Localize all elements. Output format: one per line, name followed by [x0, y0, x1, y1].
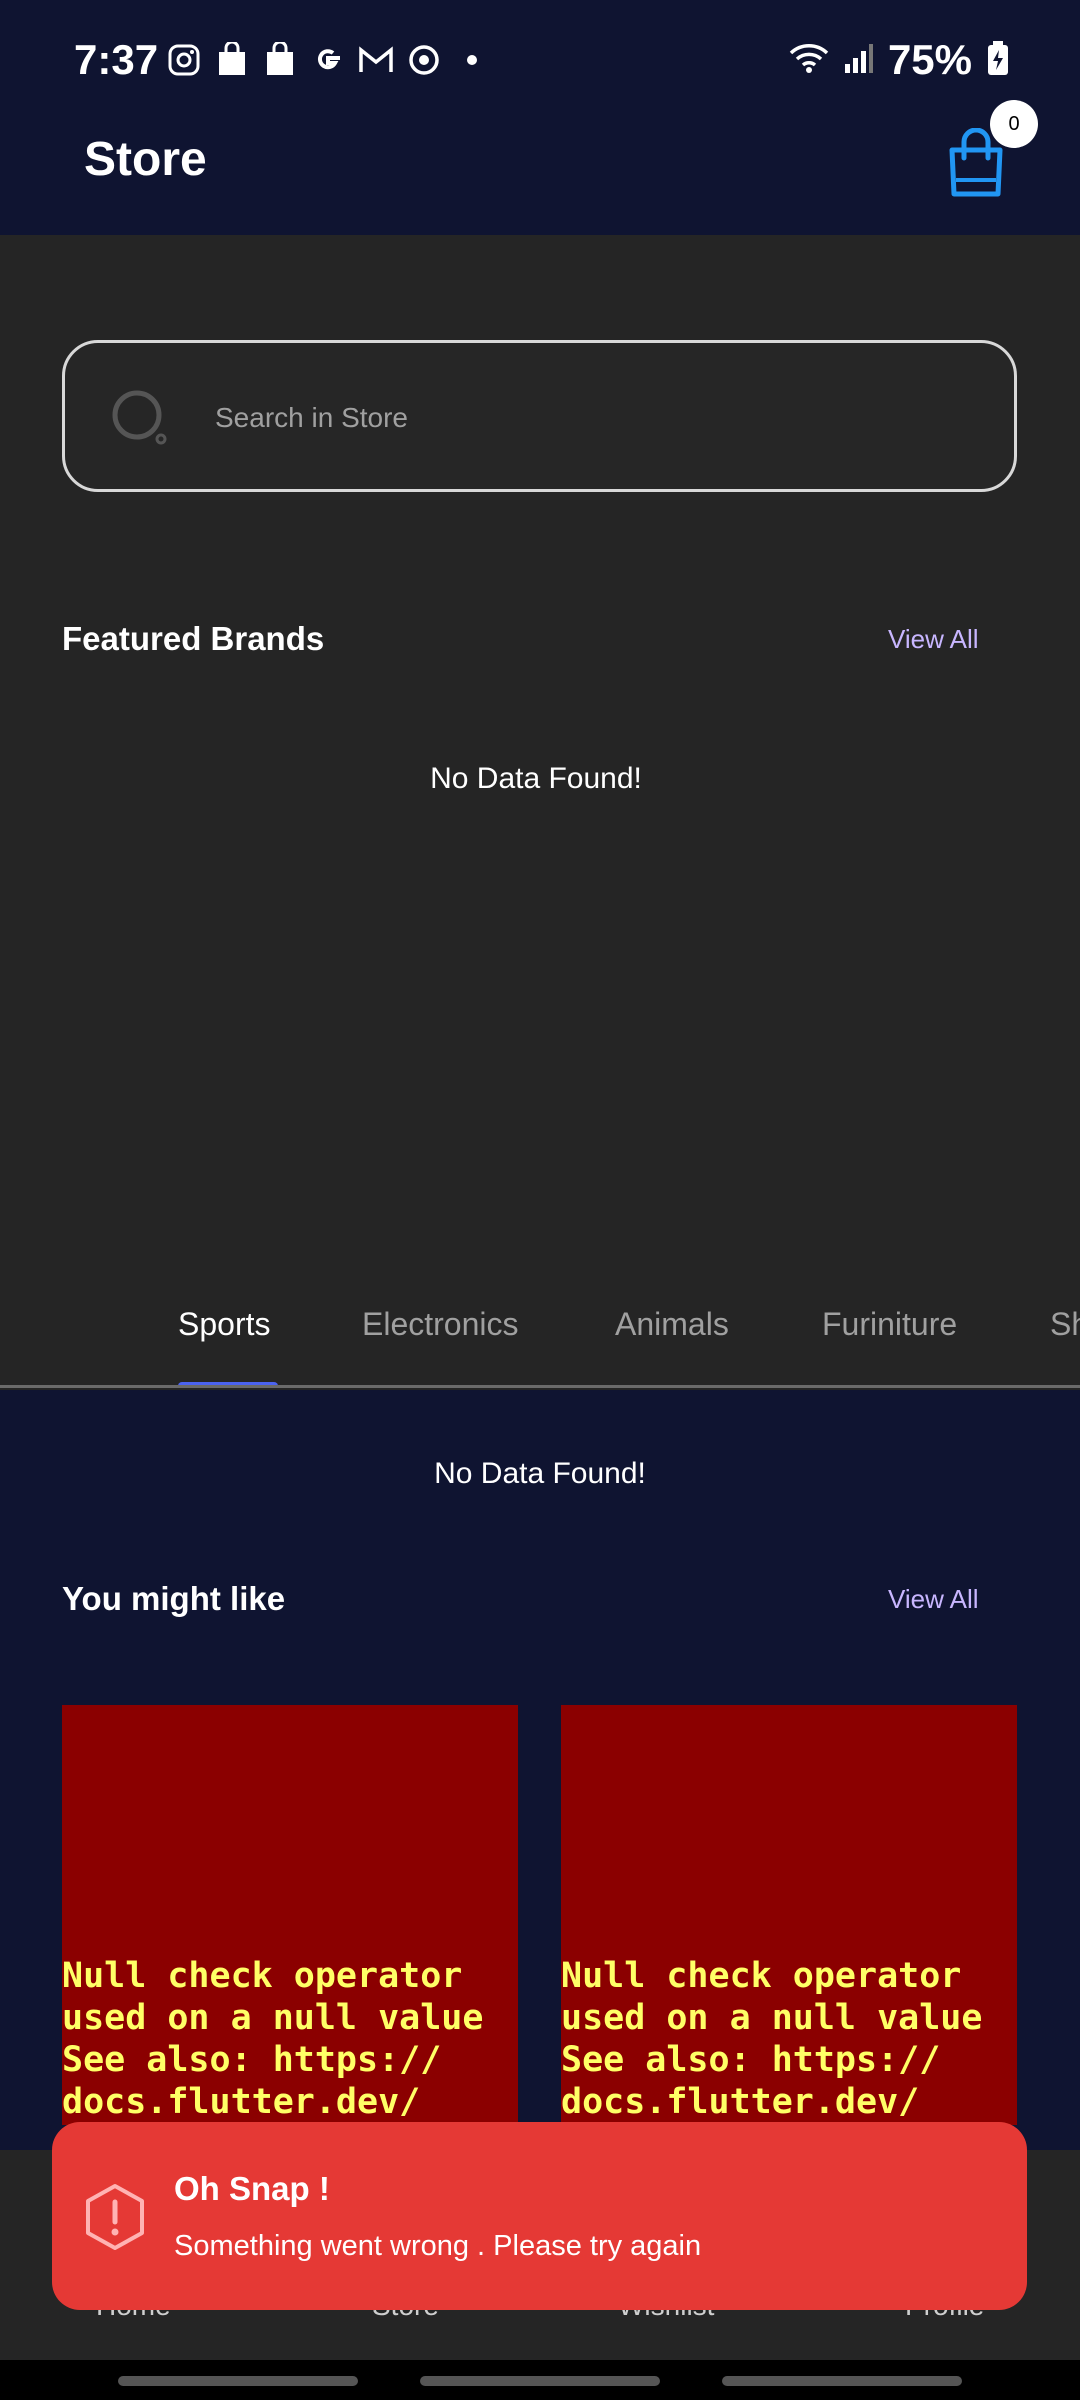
tab-sh[interactable]: Sh: [1050, 1306, 1080, 1343]
battery-charging-icon: [986, 40, 1010, 81]
gesture-bar[interactable]: [118, 2376, 358, 2386]
gmail-icon: [358, 42, 394, 78]
gesture-bar[interactable]: [722, 2376, 962, 2386]
error-snackbar[interactable]: Oh Snap ! Something went wrong . Please …: [52, 2122, 1027, 2310]
wifi-icon: [788, 41, 830, 80]
status-time: 7:37: [74, 36, 159, 83]
you-might-like-title: You might like: [62, 1580, 286, 1617]
product-card-error: Null check operator used on a null value…: [62, 1705, 518, 2125]
category-tabs: Sports Electronics Animals Furiniture Sh: [0, 1270, 1080, 1388]
shopping-app-icon: [214, 42, 250, 78]
system-icons: 75%: [788, 36, 1010, 84]
you-might-like-view-all-button[interactable]: View All: [888, 1584, 979, 1615]
app-bar: Store 0: [0, 100, 1080, 235]
signal-icon: [844, 42, 874, 79]
tab-content-empty-text: No Data Found!: [434, 1457, 646, 1490]
tab-animals[interactable]: Animals: [615, 1306, 729, 1343]
instagram-icon: [166, 42, 202, 78]
page-title: Store: [84, 133, 207, 186]
warning-icon: [86, 2184, 144, 2250]
tab-electronics[interactable]: Electronics: [362, 1306, 519, 1343]
featured-brands-title: Featured Brands: [62, 620, 325, 657]
search-input[interactable]: [215, 393, 975, 443]
app-notification-icon: [406, 42, 442, 78]
more-dot-icon: [454, 42, 490, 78]
error-text: Null check operator used on a null value…: [62, 1956, 484, 2122]
battery-percent: 75%: [887, 36, 972, 83]
featured-brands-empty-text: No Data Found!: [430, 762, 642, 795]
search-icon: [112, 390, 167, 445]
snackbar-title: Oh Snap !: [174, 2170, 330, 2207]
error-text: Null check operator used on a null value…: [561, 1956, 983, 2122]
google-icon: [310, 42, 346, 78]
product-card-error: Null check operator used on a null value…: [561, 1705, 1017, 2125]
status-bar: 7:37 75%: [0, 0, 1080, 120]
search-bar[interactable]: [62, 340, 1017, 492]
tab-sports[interactable]: Sports: [178, 1306, 270, 1343]
cart-count-badge: 0: [990, 100, 1038, 148]
notification-icons: [166, 42, 490, 78]
featured-brands-view-all-button[interactable]: View All: [888, 624, 979, 655]
shopping-app-icon: [262, 42, 298, 78]
system-gesture-area: [0, 2360, 1080, 2400]
gesture-bar[interactable]: [420, 2376, 660, 2386]
snackbar-message: Something went wrong . Please try again: [174, 2230, 702, 2262]
active-tab-indicator: [178, 1382, 278, 1385]
tab-furniture[interactable]: Furiniture: [822, 1306, 957, 1343]
